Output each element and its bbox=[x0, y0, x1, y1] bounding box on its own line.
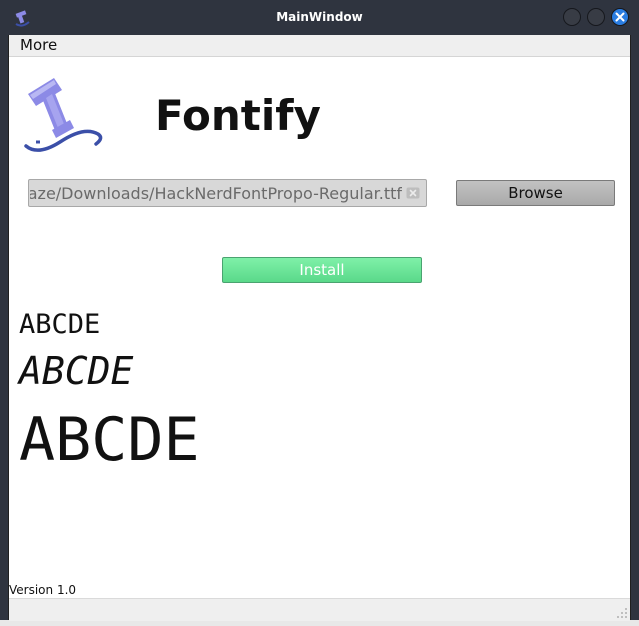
menu-bar: More bbox=[9, 35, 630, 57]
status-bar bbox=[9, 598, 630, 621]
maximize-button[interactable] bbox=[587, 8, 605, 26]
minimize-button[interactable] bbox=[563, 8, 581, 26]
resize-grip-icon[interactable] bbox=[616, 607, 628, 619]
version-label: Version 1.0 bbox=[9, 583, 77, 597]
fontify-logo-icon bbox=[24, 78, 103, 152]
desktop: g t y f c s MainWindow More bbox=[0, 0, 639, 626]
close-button[interactable] bbox=[611, 8, 629, 26]
font-preview-italic: ABCDE bbox=[19, 349, 134, 393]
font-preview-large: ABCDE bbox=[19, 405, 200, 475]
app-name-heading: Fontify bbox=[155, 91, 321, 140]
title-bar[interactable]: MainWindow bbox=[0, 0, 639, 35]
clear-icon[interactable] bbox=[406, 186, 420, 200]
install-button[interactable]: Install bbox=[222, 257, 422, 283]
client-area: More Fontify /home/blaze/Downloads/HackN… bbox=[8, 35, 631, 621]
window-title: MainWindow bbox=[276, 10, 363, 24]
menu-item-more[interactable]: More bbox=[20, 35, 57, 55]
main-window: MainWindow More Fontify /home/blaze/Down… bbox=[0, 0, 639, 621]
browse-button[interactable]: Browse bbox=[456, 180, 615, 206]
font-preview-regular: ABCDE bbox=[19, 309, 101, 340]
font-path-input[interactable] bbox=[29, 180, 402, 206]
font-path-field[interactable] bbox=[28, 179, 427, 207]
close-icon bbox=[615, 12, 625, 22]
